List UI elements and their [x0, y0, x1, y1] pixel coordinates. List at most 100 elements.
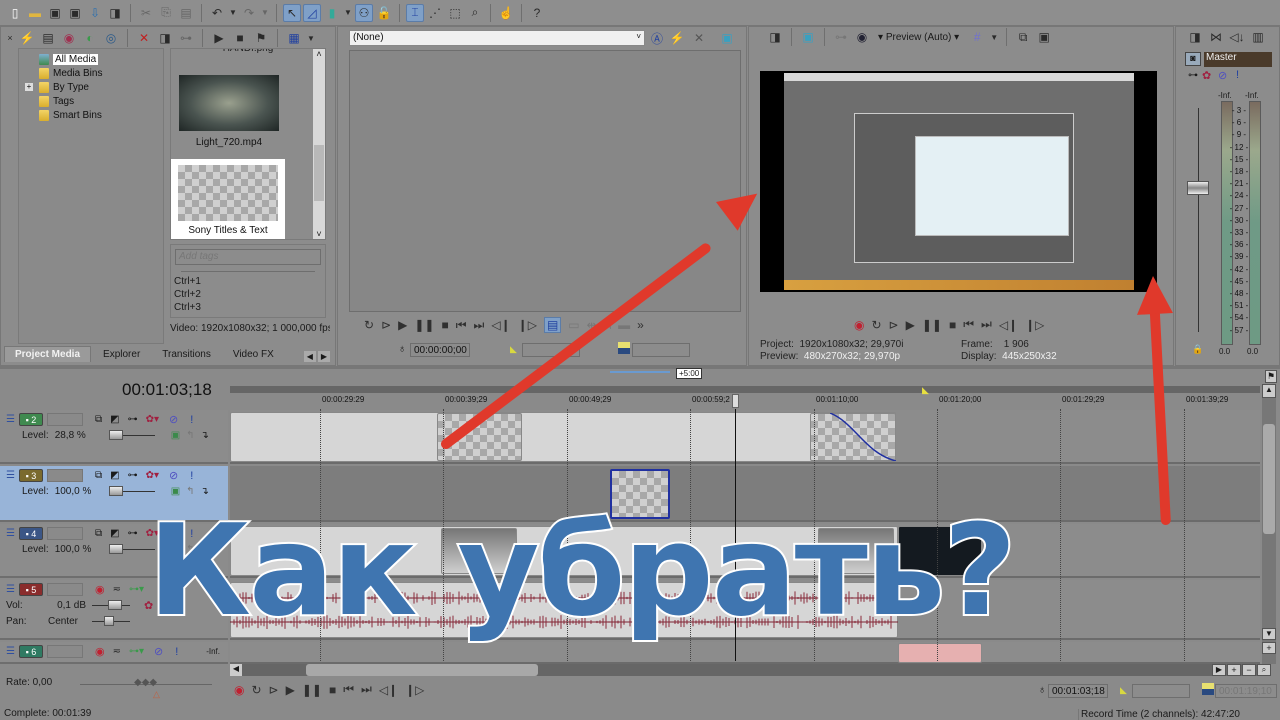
mute-icon[interactable]: ⊘: [1218, 69, 1227, 82]
undo-icon[interactable]: ↶: [208, 4, 226, 22]
trimmer-display-icon[interactable]: ▣: [718, 29, 736, 47]
dim-output-icon[interactable]: ◁↓: [1228, 28, 1246, 46]
auto-preview-icon[interactable]: ⚑: [252, 29, 270, 47]
track-fx-icon[interactable]: ⊶▾: [129, 646, 144, 657]
cursor-position-field[interactable]: 00:01:03;18: [1048, 684, 1108, 698]
tab-explorer[interactable]: Explorer: [93, 347, 150, 362]
go-to-start-icon[interactable]: ⏮: [963, 317, 974, 332]
play-icon[interactable]: ▶: [398, 318, 407, 332]
make-compositing-child-icon[interactable]: ◩: [110, 528, 119, 539]
tree-item-all-media[interactable]: All Media: [19, 52, 163, 66]
copy-snapshot-icon[interactable]: ⧉: [1014, 28, 1032, 46]
arm-record-icon[interactable]: ◉: [95, 645, 105, 658]
tab-scroll-right-icon[interactable]: ▶: [317, 351, 330, 362]
selection-start-field[interactable]: [1132, 684, 1190, 698]
trimmer-timecode[interactable]: 00:00:00;00: [410, 343, 470, 357]
stop-icon[interactable]: ■: [329, 683, 336, 697]
mute-icon[interactable]: ⊘: [169, 413, 178, 426]
parent-icon[interactable]: ↰: [186, 430, 194, 441]
pause-icon[interactable]: ❚❚: [922, 318, 942, 332]
tree-item-media-bins[interactable]: Media Bins: [19, 66, 163, 80]
quality-dropdown[interactable]: ▾ Preview (Auto) ▾: [878, 32, 959, 43]
preview-screen[interactable]: [760, 71, 1157, 292]
play-preview-icon[interactable]: ▶: [210, 29, 228, 47]
solo-icon[interactable]: !: [190, 414, 193, 426]
media-item-sony-titles[interactable]: Sony Titles & Text: [171, 159, 285, 239]
snapping-icon[interactable]: ⚇: [355, 3, 373, 22]
prev-frame-icon[interactable]: ◁❙: [491, 318, 510, 332]
downmix-icon[interactable]: ⋈: [1207, 28, 1225, 46]
lock-envelopes-icon[interactable]: 🔓: [375, 4, 393, 22]
play-range-icon[interactable]: ▶: [1212, 664, 1226, 676]
media-manager-icon[interactable]: ◎: [102, 29, 120, 47]
split-screen-icon[interactable]: ◉: [853, 28, 871, 46]
level-slider[interactable]: [108, 430, 155, 440]
invert-phase-icon[interactable]: ≂: [113, 646, 121, 657]
paste-icon[interactable]: ▤: [177, 4, 195, 22]
insert-icon[interactable]: ▭: [568, 318, 579, 332]
scroll-thumb[interactable]: [306, 664, 538, 676]
tab-transitions[interactable]: Transitions: [152, 347, 221, 362]
scroll-thumb[interactable]: [314, 145, 324, 201]
go-to-start-icon[interactable]: ⏮: [343, 682, 354, 697]
save-icon[interactable]: ▣: [46, 4, 64, 22]
track-name-field[interactable]: [46, 645, 83, 658]
zoom-tool-icon[interactable]: ⌕: [1257, 664, 1271, 676]
rate-reset-icon[interactable]: △: [153, 689, 160, 700]
pause-icon[interactable]: ❚❚: [302, 683, 322, 697]
record-icon[interactable]: ◉: [234, 683, 244, 697]
trimmer-source-select[interactable]: (None) ˅: [349, 30, 645, 46]
track-header-2[interactable]: ☰ ▪ 2 ⧉ ◩ ⊶ ✿▾ ⊘! Level: 28,8 % ▣ ↰ ↴: [0, 410, 228, 464]
level-slider[interactable]: [108, 486, 155, 496]
new-icon[interactable]: ▯: [6, 4, 24, 22]
expand-icon[interactable]: +: [25, 83, 33, 91]
next-frame-icon[interactable]: ❙▷: [1025, 318, 1044, 332]
hide-icon[interactable]: ▬: [618, 318, 630, 332]
scroll-up-icon[interactable]: ▲: [1262, 384, 1276, 398]
audio-event-short[interactable]: [898, 643, 982, 663]
play-icon[interactable]: ▶: [906, 318, 915, 332]
media-item-light[interactable]: [179, 75, 279, 131]
play-from-start-icon[interactable]: ⊳: [889, 318, 899, 332]
record-icon[interactable]: ◉: [854, 318, 864, 332]
media-scrollbar[interactable]: ˄ ˅: [313, 49, 325, 239]
redo-icon[interactable]: ↷: [240, 4, 258, 22]
trimmer-length-field[interactable]: [632, 343, 690, 357]
master-bus-icon[interactable]: ◙: [1185, 52, 1201, 66]
timeline-ruler[interactable]: 00:00:29:29 00:00:39;29 00:00:49;29 00:00:5…: [230, 395, 1260, 409]
mute-icon[interactable]: ⊘: [169, 469, 178, 482]
arm-record-icon[interactable]: ◉: [95, 583, 105, 596]
solo-icon[interactable]: !: [175, 646, 178, 658]
go-to-start-icon[interactable]: ⏮: [456, 318, 467, 333]
undo-dropdown-icon[interactable]: ▼: [228, 4, 238, 22]
envelope-tool-icon[interactable]: ⋰: [426, 4, 444, 22]
pause-icon[interactable]: ❚❚: [414, 318, 434, 332]
trimmer-properties-icon[interactable]: Ⓐ: [648, 29, 666, 47]
prev-frame-icon[interactable]: ◁❙: [999, 318, 1018, 332]
track-name-field[interactable]: [46, 527, 83, 540]
copy-icon[interactable]: ⎘: [157, 4, 175, 22]
next-frame-icon[interactable]: ❙▷: [518, 318, 537, 332]
solo-icon[interactable]: !: [1236, 69, 1239, 81]
track-lane-6[interactable]: [230, 642, 1260, 664]
save-snapshot-icon[interactable]: ▣: [1035, 28, 1053, 46]
get-media-web-icon[interactable]: ◐: [81, 29, 99, 47]
go-to-end-icon[interactable]: ⏭: [474, 318, 485, 333]
master-fader[interactable]: [1187, 181, 1209, 195]
video-fx-icon[interactable]: ⊶: [832, 28, 850, 46]
selection-tool-icon[interactable]: ⬚: [446, 4, 464, 22]
more-icon[interactable]: »: [637, 318, 644, 332]
stop-preview-icon[interactable]: ■: [231, 29, 249, 47]
zoom-in-vertical-icon[interactable]: +: [1262, 642, 1276, 654]
cut-icon[interactable]: ✂: [137, 4, 155, 22]
render-icon[interactable]: ⇩: [86, 4, 104, 22]
fx-gear-icon[interactable]: ✿: [1202, 69, 1211, 82]
track-minimize-icon[interactable]: ☰: [6, 584, 15, 595]
remove-icon[interactable]: ✕: [135, 29, 153, 47]
child-icon[interactable]: ↴: [201, 430, 209, 441]
views-icon[interactable]: ▦: [285, 29, 303, 47]
video-event-overlay[interactable]: [230, 412, 896, 462]
child-icon[interactable]: ↴: [201, 486, 209, 497]
go-to-end-icon[interactable]: ⏭: [361, 682, 372, 697]
track-header-6[interactable]: ☰ ▪ 6 ◉ ≂ ⊶▾ ⊘! -Inf.: [0, 642, 228, 664]
